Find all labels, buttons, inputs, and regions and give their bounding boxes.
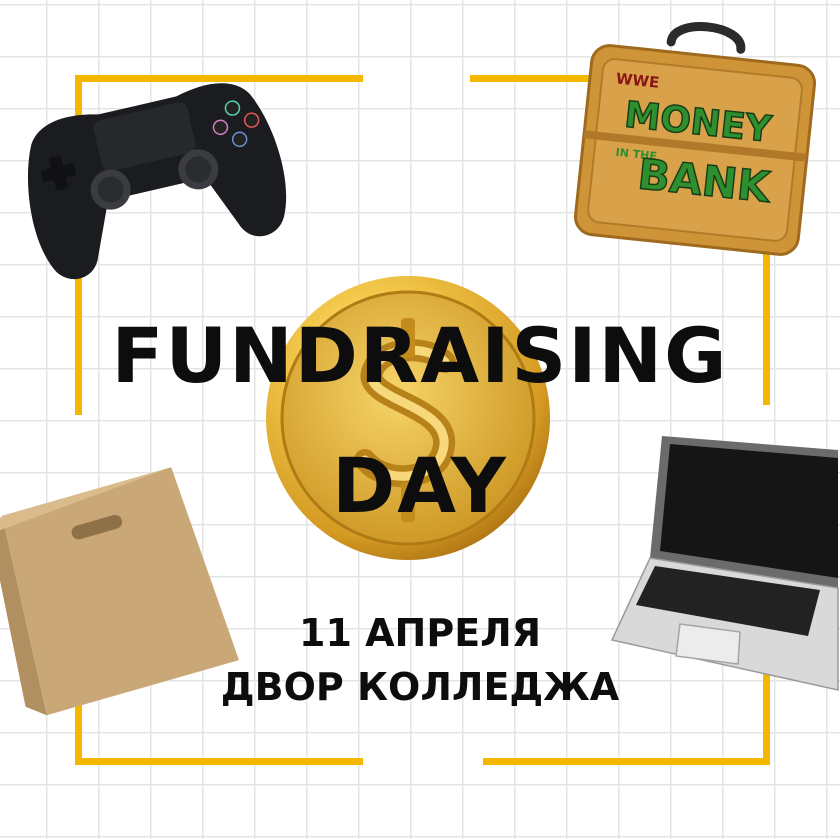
event-date: 11 АПРЕЛЯ (299, 611, 541, 655)
poster-title-line-2: DAY (332, 441, 508, 530)
laptop-icon (610, 436, 839, 691)
poster-title-line-1: FUNDRAISING (111, 311, 729, 400)
event-location: ДВОР КОЛЛЕДЖА (220, 665, 620, 709)
